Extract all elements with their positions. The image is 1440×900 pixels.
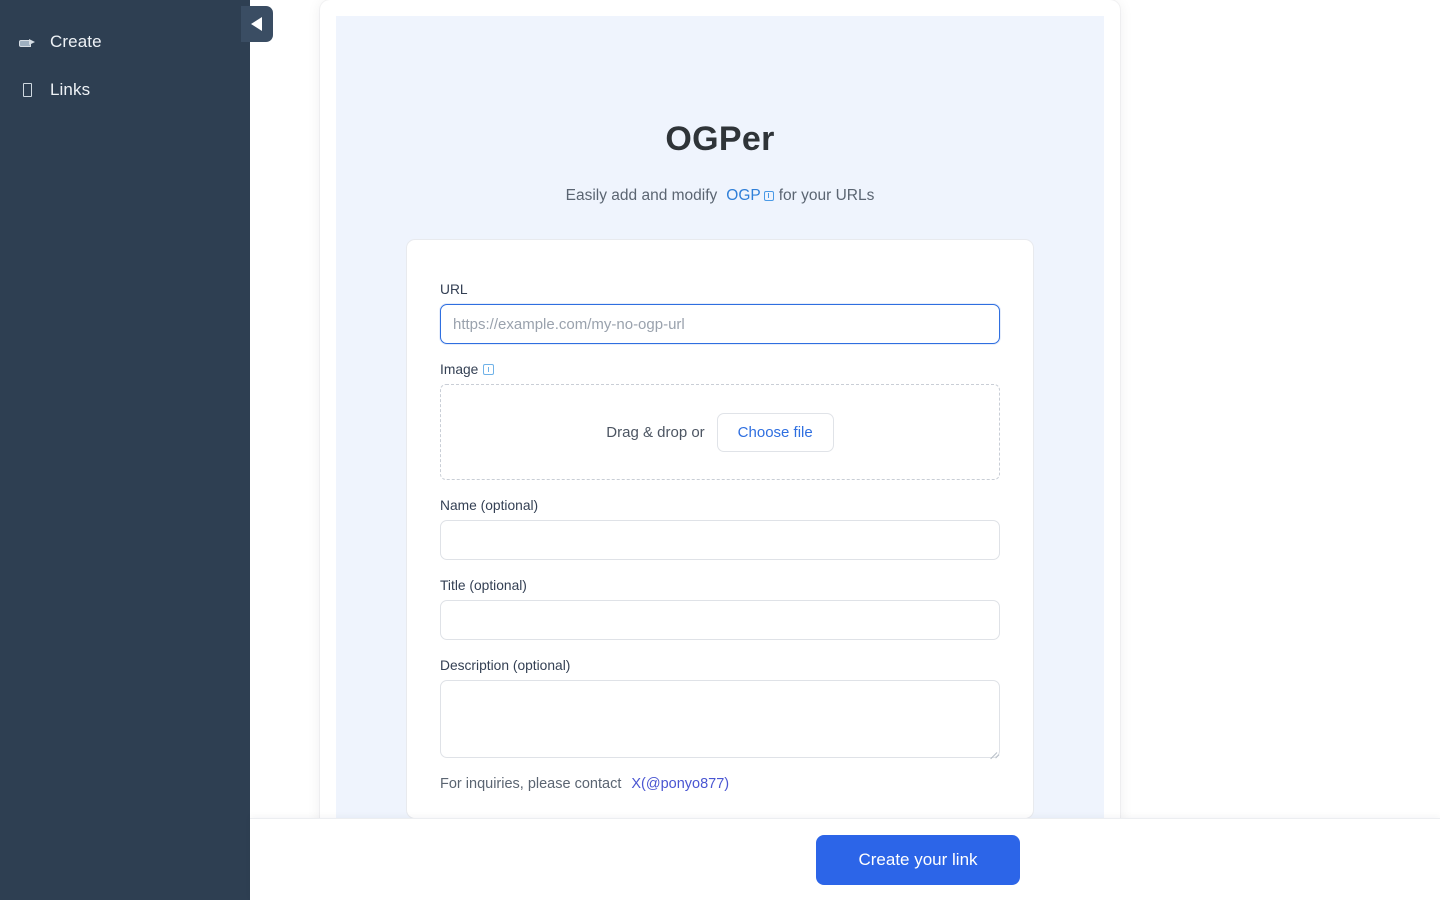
choose-file-button[interactable]: Choose file [716, 412, 834, 452]
url-input[interactable] [440, 304, 1000, 344]
image-label: Image [440, 362, 1000, 377]
ogp-link-label: OGP [726, 187, 761, 204]
field-image: Image Drag & drop or Choose file [440, 362, 1000, 480]
field-name: Name (optional) [440, 498, 1000, 560]
link-icon [18, 81, 36, 99]
pen-icon [18, 33, 36, 51]
title-input[interactable] [440, 600, 1000, 640]
description-wrap [440, 680, 1000, 760]
url-label: URL [440, 282, 468, 297]
info-icon[interactable] [483, 364, 495, 375]
scroll-area[interactable]: OGPer Easily add and modify OGP for your… [250, 0, 1440, 818]
name-label: Name (optional) [440, 498, 539, 513]
collapse-sidebar-button[interactable] [241, 6, 273, 42]
sidebar: Create Links [0, 0, 250, 900]
page-subtitle: Easily add and modify OGP for your URLs [336, 187, 1104, 205]
field-description: Description (optional) [440, 658, 1000, 760]
action-bar: Create your link [250, 818, 1440, 900]
contact-line: For inquiries, please contact X(@ponyo87… [440, 776, 1000, 818]
image-dropzone[interactable]: Drag & drop or Choose file [440, 384, 1000, 480]
subtitle-suffix: for your URLs [778, 187, 875, 204]
sidebar-item-create[interactable]: Create [0, 26, 250, 58]
dropzone-text: Drag & drop or [606, 423, 705, 441]
sidebar-item-links[interactable]: Links [0, 74, 250, 106]
field-title: Title (optional) [440, 578, 1000, 640]
description-textarea[interactable] [440, 680, 1000, 758]
chevron-left-icon [250, 17, 262, 31]
app-root: Create Links OGPer Easily add and modify… [0, 0, 1440, 900]
create-your-link-button[interactable]: Create your link [816, 835, 1020, 885]
contact-text: For inquiries, please contact [440, 776, 622, 792]
hero-section: OGPer Easily add and modify OGP for your… [336, 16, 1104, 818]
description-label: Description (optional) [440, 658, 571, 673]
sidebar-item-create-label: Create [50, 32, 102, 51]
external-link-icon [763, 191, 774, 201]
page-card: OGPer Easily add and modify OGP for your… [320, 0, 1120, 818]
ogp-link[interactable]: OGP [726, 187, 774, 205]
subtitle-prefix: Easily add and modify [565, 187, 718, 204]
contact-x-link[interactable]: X(@ponyo877) [631, 776, 729, 792]
page-title: OGPer [665, 120, 775, 158]
name-input[interactable] [440, 520, 1000, 560]
title-label: Title (optional) [440, 578, 527, 593]
sidebar-item-links-label: Links [50, 80, 91, 99]
main-content: OGPer Easily add and modify OGP for your… [250, 0, 1440, 900]
image-label-text: Image [440, 362, 479, 377]
form-card: URL Image Drag & drop or Choose file [406, 239, 1034, 818]
field-url: URL [440, 282, 1000, 344]
